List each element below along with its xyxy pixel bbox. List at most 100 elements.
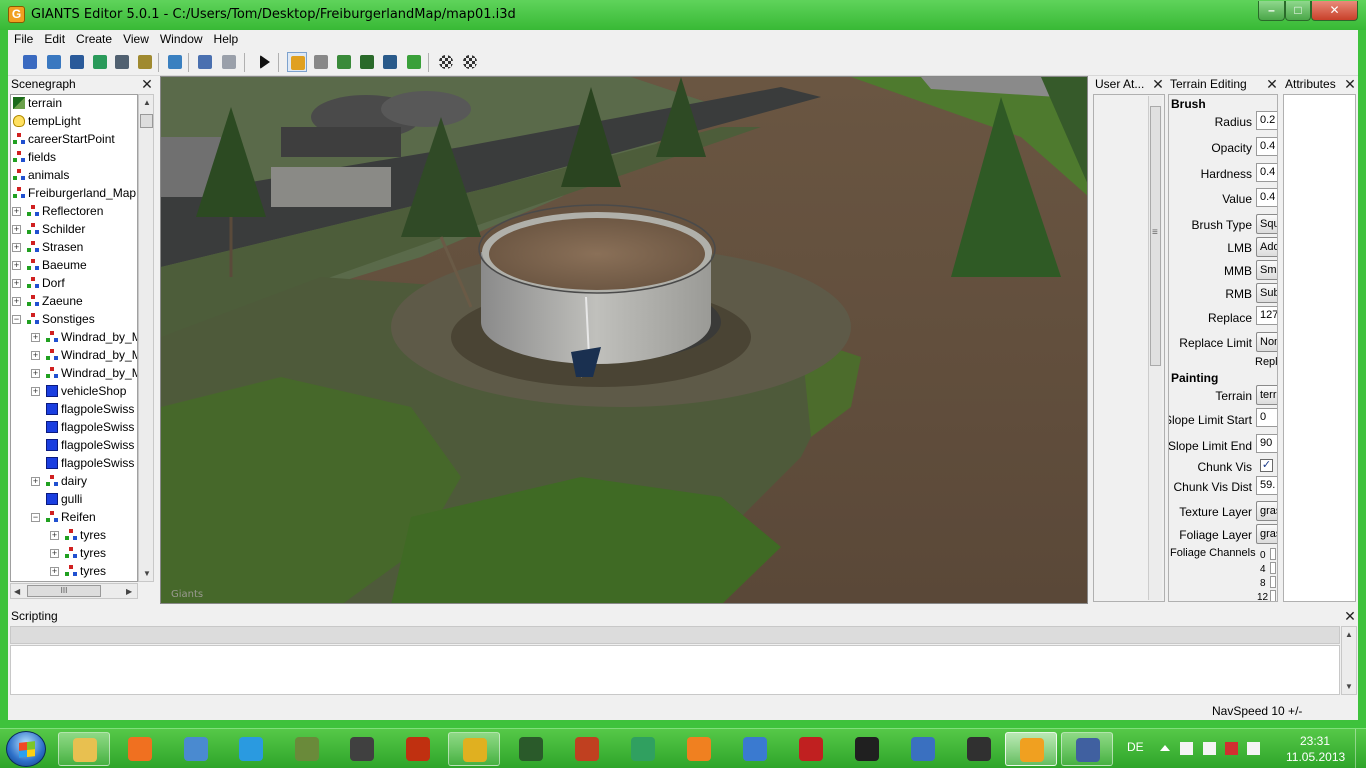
taskbar-app-pen-tool[interactable] bbox=[953, 732, 1005, 766]
start-button[interactable] bbox=[6, 731, 46, 767]
tree-item[interactable]: flagpoleSwiss bbox=[11, 436, 137, 454]
taskbar-app-paint[interactable] bbox=[170, 732, 222, 766]
taskbar-app-media-player[interactable] bbox=[114, 732, 166, 766]
flag-alert-icon[interactable] bbox=[1225, 742, 1238, 755]
terrain-raise-button[interactable] bbox=[334, 52, 354, 72]
expand-icon[interactable]: + bbox=[50, 549, 59, 558]
tree-item[interactable]: careerStartPoint bbox=[11, 130, 137, 148]
tree-item[interactable]: + Reflectoren bbox=[11, 202, 137, 220]
tree-item[interactable]: + Schilder bbox=[11, 220, 137, 238]
tree-item[interactable]: + tyres bbox=[11, 526, 137, 544]
tree-item[interactable]: animals bbox=[11, 166, 137, 184]
scroll-thumb[interactable]: III bbox=[27, 585, 101, 597]
tree-item[interactable]: fields bbox=[11, 148, 137, 166]
user-attributes-scrollbar[interactable]: ≡ bbox=[1148, 96, 1162, 600]
expand-icon[interactable]: + bbox=[31, 369, 40, 378]
signal-icon[interactable] bbox=[1203, 742, 1216, 755]
play-button[interactable] bbox=[254, 52, 274, 72]
terrain-paint-button[interactable] bbox=[380, 52, 400, 72]
taskbar-app-giants-editor[interactable] bbox=[1005, 732, 1057, 766]
chunk-vis-dist-input[interactable]: 59. bbox=[1256, 476, 1277, 495]
3d-viewport[interactable]: Giants bbox=[160, 76, 1088, 604]
scroll-up-icon[interactable]: ▲ bbox=[143, 98, 151, 107]
checker-search-button[interactable] bbox=[460, 52, 480, 72]
tree-item[interactable]: + Zaeune bbox=[11, 292, 137, 310]
expand-icon[interactable]: + bbox=[12, 297, 21, 306]
tree-item[interactable]: + Baeume bbox=[11, 256, 137, 274]
expand-icon[interactable]: + bbox=[12, 279, 21, 288]
volume-icon[interactable] bbox=[1247, 742, 1260, 755]
scripting-input[interactable] bbox=[10, 645, 1340, 695]
attributes-close-button[interactable]: ✕ bbox=[1344, 76, 1356, 93]
replace-input[interactable]: 127 bbox=[1256, 306, 1277, 325]
tree-item[interactable]: + dairy bbox=[11, 472, 137, 490]
menu-view[interactable]: View bbox=[117, 30, 154, 49]
rmb-select[interactable]: Sub bbox=[1256, 283, 1277, 303]
clock-date[interactable]: 11.05.2013 bbox=[1286, 750, 1345, 764]
language-indicator[interactable]: DE bbox=[1127, 740, 1144, 754]
taskbar-app-farming-simulator[interactable] bbox=[561, 732, 613, 766]
scenegraph-close-button[interactable]: ✕ bbox=[141, 76, 153, 93]
expand-icon[interactable]: + bbox=[12, 243, 21, 252]
tree-item[interactable]: − Sonstiges bbox=[11, 310, 137, 328]
minimize-button[interactable]: – bbox=[1258, 1, 1285, 21]
scroll-right-icon[interactable]: ▶ bbox=[126, 587, 132, 596]
scroll-down-icon[interactable]: ▼ bbox=[1345, 682, 1353, 691]
tree-item[interactable]: + Dorf bbox=[11, 274, 137, 292]
refresh-button[interactable] bbox=[90, 52, 110, 72]
tree-item[interactable]: tempLight bbox=[11, 112, 137, 130]
open-button[interactable] bbox=[44, 52, 64, 72]
tree-item[interactable]: + Strasen bbox=[11, 238, 137, 256]
scroll-left-icon[interactable]: ◀ bbox=[14, 587, 20, 596]
menu-edit[interactable]: Edit bbox=[38, 30, 70, 49]
taskbar-app-blender[interactable] bbox=[673, 732, 725, 766]
replace-limit-select[interactable]: Non bbox=[1256, 332, 1277, 352]
maximize-button[interactable]: □ bbox=[1285, 1, 1311, 21]
taskbar-app-em2012[interactable] bbox=[392, 732, 444, 766]
foliage-channel-4-checkbox[interactable] bbox=[1270, 562, 1276, 574]
expand-icon[interactable]: + bbox=[31, 477, 40, 486]
chunk-vis-checkbox[interactable]: ✓ bbox=[1260, 459, 1273, 472]
network-device-icon[interactable] bbox=[1180, 742, 1193, 755]
scroll-down-icon[interactable]: ▼ bbox=[143, 569, 151, 578]
expand-icon[interactable]: + bbox=[12, 225, 21, 234]
expand-icon[interactable]: + bbox=[31, 351, 40, 360]
save-button[interactable] bbox=[112, 52, 132, 72]
texture-layer-select[interactable]: gras bbox=[1256, 501, 1277, 521]
taskbar-app-screenshot-tool[interactable] bbox=[1061, 732, 1113, 766]
value-input[interactable]: 0.4 bbox=[1256, 188, 1277, 207]
hardness-input[interactable]: 0.4 bbox=[1256, 163, 1277, 182]
foliage-channel-0-checkbox[interactable] bbox=[1270, 548, 1276, 560]
scenegraph-horizontal-scrollbar[interactable]: ◀ III ▶ bbox=[10, 583, 138, 599]
taskbar-app-game99[interactable] bbox=[336, 732, 388, 766]
terrain-editing-close-button[interactable]: ✕ bbox=[1266, 76, 1278, 93]
expand-icon[interactable]: + bbox=[12, 261, 21, 270]
collapse-icon[interactable]: − bbox=[31, 513, 40, 522]
foliage-layer-select[interactable]: gras bbox=[1256, 524, 1277, 544]
menu-help[interactable]: Help bbox=[208, 30, 244, 49]
expand-icon[interactable]: + bbox=[12, 207, 21, 216]
tree-item[interactable]: + vehicleShop bbox=[11, 382, 137, 400]
redo-button[interactable] bbox=[219, 52, 239, 72]
title-bar[interactable]: G GIANTS Editor 5.0.1 - C:/Users/Tom/Des… bbox=[0, 0, 1366, 30]
opacity-input[interactable]: 0.4 bbox=[1256, 137, 1277, 156]
taskbar-app-red-tractor[interactable] bbox=[785, 732, 837, 766]
taskbar-app-internet-explorer[interactable] bbox=[225, 732, 277, 766]
home-button[interactable] bbox=[287, 52, 307, 72]
taskbar-app-minecraft[interactable] bbox=[281, 732, 333, 766]
tree-item[interactable]: flagpoleSwiss bbox=[11, 418, 137, 436]
save-as-button[interactable] bbox=[135, 52, 155, 72]
menu-create[interactable]: Create bbox=[70, 30, 117, 49]
tree-item[interactable]: gulli bbox=[11, 490, 137, 508]
scroll-up-icon[interactable]: ▲ bbox=[1345, 630, 1353, 639]
taskbar-app-game-duck[interactable] bbox=[729, 732, 781, 766]
lmb-select[interactable]: Add bbox=[1256, 237, 1277, 257]
taskbar-app-tractor[interactable] bbox=[505, 732, 557, 766]
tree-item[interactable]: + tyres bbox=[11, 562, 137, 580]
tree-item[interactable]: flagpoleSwiss bbox=[11, 400, 137, 418]
new-button[interactable] bbox=[20, 52, 40, 72]
tree-item[interactable]: + Windrad_by_M bbox=[11, 328, 137, 346]
tree-item[interactable]: flagpoleSwiss bbox=[11, 454, 137, 472]
expand-icon[interactable]: + bbox=[31, 333, 40, 342]
scenegraph-vertical-scrollbar[interactable]: ▲ ▼ bbox=[138, 94, 154, 582]
